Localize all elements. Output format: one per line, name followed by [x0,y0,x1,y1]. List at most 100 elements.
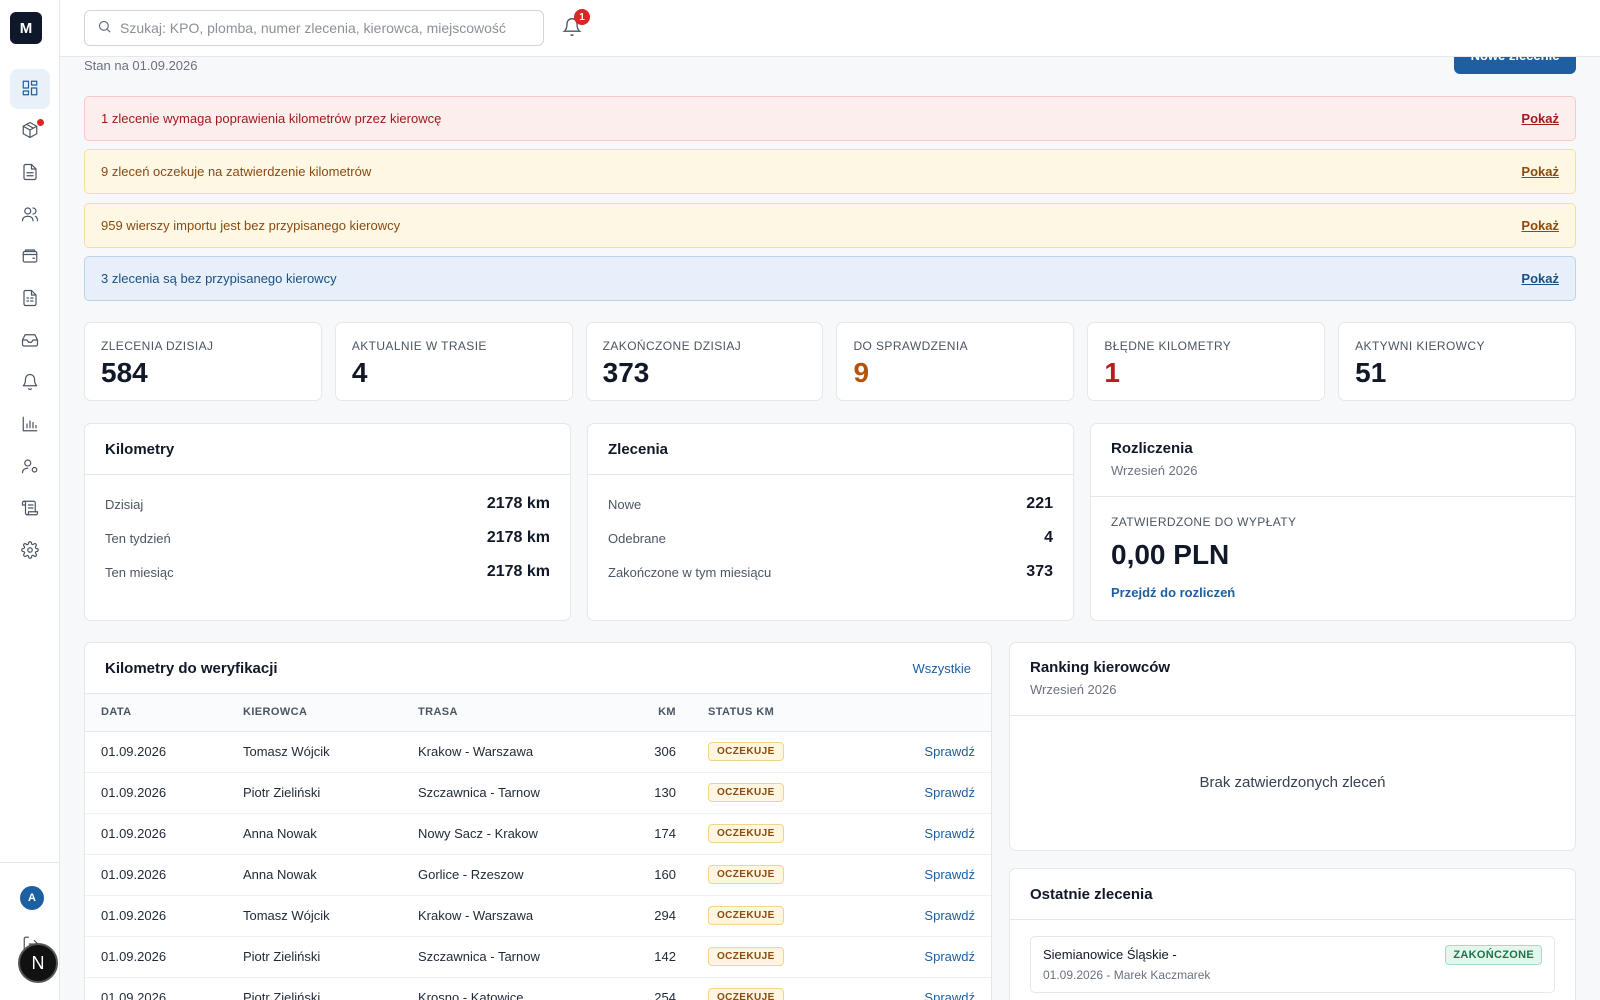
go-to-settlements-link[interactable]: Przejdź do rozliczeń [1111,585,1235,600]
alert-show-link[interactable]: Pokaż [1521,271,1559,286]
report-icon [21,289,39,310]
search-input[interactable] [120,20,530,36]
cell-driver: Piotr Zieliński [227,977,402,1000]
sidebar-item-settings[interactable] [10,531,50,571]
column-header[interactable]: KIEROWCA [227,694,402,732]
cell-km: 294 [602,895,692,937]
check-link[interactable]: Sprawdź [832,731,991,773]
stat-label: ZLECENIA DZISIAJ [101,339,214,353]
alert-show-link[interactable]: Pokaż [1521,111,1559,126]
cell-date: 01.09.2026 [85,772,227,814]
check-link[interactable]: Sprawdź [832,977,991,1000]
cell-status: OCZEKUJE [692,854,832,896]
sidebar-item-packages[interactable] [10,111,50,151]
cell-km: 174 [602,813,692,855]
orders-row-picked: Odebrane 4 [588,521,1073,555]
table-row[interactable]: 01.09.2026 Piotr Zieliński Szczawnica - … [85,772,991,814]
sidebar-item-notifications[interactable] [10,363,50,403]
sidebar-item-logs[interactable] [10,489,50,529]
table-row[interactable]: 01.09.2026 Piotr Zieliński Szczawnica - … [85,936,991,978]
orders-row-new: Nowe 221 [588,487,1073,521]
kilometry-card: Kilometry Dzisiaj 2178 km Ten tydzień 2178… [84,423,571,621]
sidebar-item-dashboard[interactable] [10,69,50,109]
table-row[interactable]: 01.09.2026 Tomasz Wójcik Krakow - Warsza… [85,731,991,773]
table-row[interactable]: 01.09.2026 Anna Nowak Nowy Sacz - Krakow… [85,813,991,855]
stat-label: ZAKOŃCZONE DZISIAJ [602,339,742,353]
column-header[interactable]: KM [602,694,692,732]
users-icon [21,205,39,226]
column-header[interactable]: DATA [85,694,227,732]
sidebar-item-user-settings[interactable] [10,447,50,487]
avatar[interactable]: A [20,886,44,910]
cell-km: 130 [602,772,692,814]
column-header[interactable]: TRASA [402,694,602,732]
dev-tools-badge[interactable]: N [18,943,58,983]
payout-label: ZATWIERDZONE DO WYPŁATY [1111,515,1297,529]
sidebar-item-inbox[interactable] [10,321,50,361]
column-header[interactable]: STATUS KM [692,694,832,732]
alert-unassigned-orders: 3 zlecenia są bez przypisanego kierowcy … [84,256,1576,301]
sidebar-divider [0,862,60,863]
search-icon [97,19,112,37]
sidebar-item-wallet[interactable] [10,237,50,277]
sidebar-item-reports[interactable] [10,279,50,319]
check-link[interactable]: Sprawdź [832,854,991,896]
cell-route: Krakow - Warszawa [402,731,602,773]
cell-km: 306 [602,731,692,773]
list-item[interactable]: Siemianowice Śląskie - 01.09.2026 - Mare… [1030,936,1555,993]
alert-text: 1 zlecenie wymaga poprawienia kilometrów… [101,111,442,126]
sidebar-item-documents[interactable] [10,153,50,193]
cell-status: OCZEKUJE [692,731,832,773]
alert-text: 9 zleceń oczekuje na zatwierdzenie kilom… [101,164,372,179]
payout-amount: 0,00 PLN [1111,539,1230,570]
kv-label: Odebrane [608,530,666,546]
kv-label: Ten miesiąc [105,564,174,580]
scroll-icon [21,499,39,520]
alert-show-link[interactable]: Pokaż [1521,164,1559,179]
card-title: Ranking kierowców [1030,659,1171,676]
check-link[interactable]: Sprawdź [832,936,991,978]
status-date: Stan na 01.09.2026 [84,58,198,73]
kv-value: 2178 km [486,529,550,546]
check-link[interactable]: Sprawdź [832,895,991,937]
stat-completed-today[interactable]: ZAKOŃCZONE DZISIAJ 373 [585,322,824,401]
verification-card: Kilometry do weryfikacji Wszystkie DATA … [84,642,992,1000]
card-title: Kilometry [105,440,175,458]
alert-show-link[interactable]: Pokaż [1521,218,1559,233]
search-box[interactable] [84,10,544,46]
stat-to-check[interactable]: DO SPRAWDZENIA 9 [836,322,1075,401]
app-logo[interactable]: M [10,12,42,44]
cell-date: 01.09.2026 [85,813,227,855]
sidebar: M A N [0,0,60,1000]
column-header-actions [832,694,991,732]
status-badge: OCZEKUJE [708,947,784,966]
cell-date: 01.09.2026 [85,895,227,937]
status-badge: OCZEKUJE [708,988,784,1000]
view-all-link[interactable]: Wszystkie [913,661,972,676]
sidebar-item-drivers[interactable] [10,195,50,235]
kv-value: 373 [1026,563,1053,580]
stat-label: AKTUALNIE W TRASIE [351,339,487,353]
sidebar-item-statistics[interactable] [10,405,50,445]
stat-wrong-km[interactable]: BŁĘDNE KILOMETRY 1 [1087,322,1326,401]
check-link[interactable]: Sprawdź [832,772,991,814]
stat-in-route[interactable]: AKTUALNIE W TRASIE 4 [334,322,573,401]
cell-date: 01.09.2026 [85,977,227,1000]
status-badge: OCZEKUJE [708,906,784,925]
cell-driver: Anna Nowak [227,813,402,855]
stat-orders-today[interactable]: ZLECENIA DZISIAJ 584 [84,322,322,401]
check-link[interactable]: Sprawdź [832,813,991,855]
stat-value: 373 [602,357,650,388]
table-header-row: DATA KIEROWCA TRASA KM STATUS KM [85,694,991,732]
stat-label: BŁĘDNE KILOMETRY [1104,339,1232,353]
stat-active-drivers[interactable]: AKTYWNI KIEROWCY 51 [1338,322,1576,401]
bell-icon [21,373,39,394]
cell-km: 160 [602,854,692,896]
table-row[interactable]: 01.09.2026 Piotr Zieliński Krosno - Kato… [85,977,991,1000]
card-title: Kilometry do weryfikacji [105,659,278,677]
cell-driver: Tomasz Wójcik [227,731,402,773]
table-row[interactable]: 01.09.2026 Anna Nowak Gorlice - Rzeszow … [85,854,991,896]
notification-count-badge: 1 [574,9,590,25]
table-row[interactable]: 01.09.2026 Tomasz Wójcik Krakow - Warsza… [85,895,991,937]
km-row-today: Dzisiaj 2178 km [85,487,570,521]
